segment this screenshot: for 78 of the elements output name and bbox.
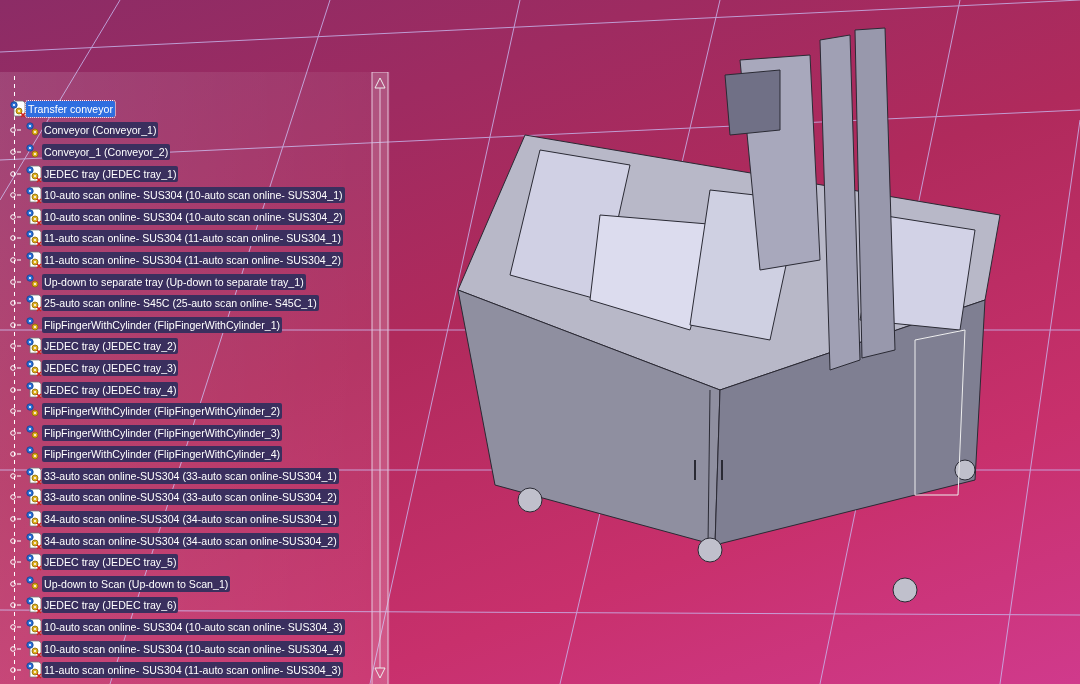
document-gears-icon	[24, 661, 42, 680]
gears-icon	[24, 272, 42, 291]
tree-connector-icon	[10, 191, 22, 200]
tree-node-label[interactable]: 11-auto scan online- SUS304 (11-auto scan online- SUS304_1)	[42, 230, 343, 247]
tree-node-label[interactable]: FlipFingerWithCylinder (FlipFingerWithCylinder_2)	[42, 403, 283, 420]
tree-node-label[interactable]: 11-auto scan online- SUS304 (11-auto scan online- SUS304_3)	[42, 662, 343, 679]
tree-connector-icon	[10, 601, 22, 610]
tree-connector-icon	[10, 212, 22, 221]
document-gears-icon	[24, 596, 42, 615]
tree-connector-icon	[10, 450, 22, 459]
tree-connector-icon	[10, 493, 22, 502]
tree-connector-icon	[10, 471, 22, 480]
tree-connector-icon	[10, 558, 22, 567]
tree-connector-icon	[10, 407, 22, 416]
tree-node-label[interactable]: FlipFingerWithCylinder (FlipFingerWithCylinder_1)	[42, 316, 283, 333]
document-gears-icon	[24, 531, 42, 550]
tree-node-label[interactable]: Up-down to separate tray (Up-down to separate tray_1)	[42, 273, 306, 290]
tree-node-label[interactable]: 10-auto scan online- SUS304 (10-auto scan online- SUS304_1)	[42, 187, 345, 204]
tree-connector-icon	[10, 234, 22, 243]
tree-node-label[interactable]: JEDEC tray (JEDEC tray_4)	[42, 381, 179, 398]
tree-node-label[interactable]: Transfer conveyor	[26, 100, 115, 117]
tree-node-label[interactable]: 33-auto scan online-SUS304 (33-auto scan online-SUS304_2)	[42, 489, 339, 506]
document-gears-icon	[24, 294, 42, 313]
tree-node-label[interactable]: 11-auto scan online- SUS304 (11-auto scan online- SUS304_2)	[42, 251, 343, 268]
gears-icon	[24, 574, 42, 593]
tree-node-label[interactable]: Conveyor_1 (Conveyor_2)	[42, 144, 171, 160]
tree-node-label[interactable]: 10-auto scan online- SUS304 (10-auto scan online- SUS304_4)	[42, 640, 345, 657]
tree-connector-icon	[10, 255, 22, 264]
tree-connector-icon	[10, 342, 22, 351]
tree-node-label[interactable]: JEDEC tray (JEDEC tray_5)	[42, 554, 179, 571]
gears-icon	[24, 143, 42, 161]
document-gears-icon	[24, 164, 42, 183]
document-gears-icon	[24, 639, 42, 658]
tree-node-label[interactable]: JEDEC tray (JEDEC tray_6)	[42, 597, 179, 614]
document-gears-icon	[24, 186, 42, 205]
tree-connector-icon	[10, 299, 22, 308]
tree-node-label[interactable]: 34-auto scan online-SUS304 (34-auto scan online-SUS304_2)	[42, 532, 339, 549]
tree-connector-icon	[10, 579, 22, 588]
tree-node-label[interactable]: JEDEC tray (JEDEC tray_2)	[42, 338, 179, 355]
gears-icon	[24, 315, 42, 334]
tree-node-label[interactable]: 10-auto scan online- SUS304 (10-auto scan online- SUS304_3)	[42, 619, 345, 636]
tree-node-label[interactable]: Up-down to Scan (Up-down to Scan_1)	[42, 575, 231, 592]
tree-connector-icon	[10, 363, 22, 372]
tree-node-label[interactable]: FlipFingerWithCylinder (FlipFingerWithCylinder_4)	[42, 446, 283, 463]
tree-connector-icon	[10, 428, 22, 437]
document-gears-icon	[24, 510, 42, 529]
tree-node-label[interactable]: JEDEC tray (JEDEC tray_1)	[42, 165, 179, 182]
tree-node-label[interactable]: 33-auto scan online-SUS304 (33-auto scan online-SUS304_1)	[42, 467, 339, 484]
document-gears-icon	[24, 466, 42, 485]
document-gears-icon	[24, 250, 42, 269]
tree-connector-icon	[10, 666, 22, 675]
document-gears-icon	[8, 99, 26, 118]
tree-node-label[interactable]: Conveyor (Conveyor_1)	[42, 122, 159, 139]
document-gears-icon	[24, 229, 42, 248]
document-gears-icon	[24, 207, 42, 226]
tree-connector-icon	[10, 385, 22, 394]
tree-connector-icon	[10, 148, 22, 156]
tree-connector-icon	[10, 644, 22, 653]
tree-connector-icon	[10, 536, 22, 545]
document-gears-icon	[24, 488, 42, 507]
document-gears-icon	[24, 618, 42, 637]
tree-node-label[interactable]: 25-auto scan online- S45C (25-auto scan online- S45C_1)	[42, 295, 319, 312]
tree-node-label[interactable]: 10-auto scan online- SUS304 (10-auto scan online- SUS304_2)	[42, 208, 345, 225]
scrollbar[interactable]	[371, 72, 389, 684]
document-gears-icon	[24, 358, 42, 377]
document-gears-icon	[24, 337, 42, 356]
gears-icon	[24, 423, 42, 442]
tree-connector-icon	[10, 277, 22, 286]
tree-connector-icon	[10, 515, 22, 524]
document-gears-icon	[24, 380, 42, 399]
tree-connector-icon	[10, 126, 22, 135]
tree-connector-icon	[10, 169, 22, 178]
tree-connector-icon	[10, 320, 22, 329]
tree-connector-icon	[10, 623, 22, 632]
tree-node-label[interactable]: JEDEC tray (JEDEC tray_3)	[42, 359, 179, 376]
tree-node-label[interactable]: 34-auto scan online-SUS304 (34-auto scan online-SUS304_1)	[42, 511, 339, 528]
document-gears-icon	[24, 553, 42, 572]
tree-node-label[interactable]: FlipFingerWithCylinder (FlipFingerWithCylinder_3)	[42, 424, 283, 441]
